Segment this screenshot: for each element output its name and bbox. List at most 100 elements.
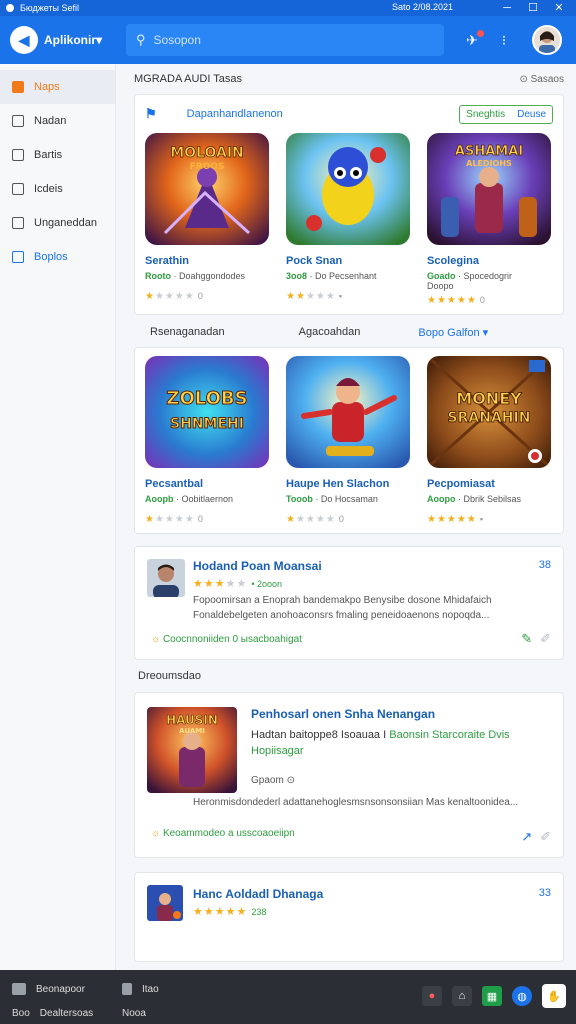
pin-icon[interactable]: ✈	[456, 24, 488, 56]
sun-icon: ☼	[151, 828, 161, 839]
svg-text:SRANAHIN: SRANAHIN	[448, 410, 531, 426]
sidebar-item-label: Naps	[34, 81, 60, 93]
game-subtitle: 3oo8 · Do Pecsenhant	[286, 271, 377, 281]
taskbar-item[interactable]: Beonapoor	[36, 984, 85, 995]
svg-text:ALEDIOHS: ALEDIOHS	[466, 159, 512, 168]
app-logo-icon	[6, 4, 14, 12]
hand-icon[interactable]: ✋	[542, 984, 566, 1008]
svg-text:ASHAMAI: ASHAMAI	[455, 144, 523, 159]
rating-stars: ★★★★★ 0	[286, 514, 345, 525]
svg-text:AUAMI: AUAMI	[179, 727, 205, 735]
review-text: Fopoomirsan a Enoprah bandemakpo Benysib…	[193, 595, 492, 621]
game-card[interactable]: Haupe Hen Slachon Tooob · Do Hocsaman ★★…	[286, 356, 412, 525]
section-label: Dreoumsdao	[138, 670, 201, 682]
search-box[interactable]: ⚲	[126, 24, 444, 56]
taskbar-item[interactable]: Nooa	[122, 1008, 146, 1019]
review-rating: ★★★★★ • 2ooon	[193, 578, 283, 590]
close-icon[interactable]: ✕	[546, 0, 572, 16]
more-icon[interactable]: ⁝	[488, 24, 520, 56]
gamepad-icon	[12, 183, 24, 195]
game-cover-image: MONEY SRANAHIN	[427, 356, 551, 468]
game-title: Pock Snan	[286, 255, 343, 267]
brand[interactable]: ◀ Aplikonir▾	[10, 26, 122, 54]
brand-logo-icon: ◀	[10, 26, 38, 54]
share-icon[interactable]: ✐	[540, 631, 551, 647]
game-title: Scolegina	[427, 255, 479, 267]
trend-icon[interactable]: ↗	[521, 829, 532, 845]
sidebar-item-naps[interactable]: Naps	[0, 70, 115, 104]
section-title: MGRADA AUDI Tasas	[134, 73, 242, 85]
rating-stars: ★★★★★ 0	[145, 291, 204, 302]
svg-text:MONEY: MONEY	[456, 389, 522, 408]
row-label: Rsenaganadan	[150, 326, 225, 338]
featured-primary-button[interactable]: Sneghtis	[466, 109, 505, 120]
minimize-icon[interactable]: ─	[494, 0, 520, 16]
sidebar-item-label: Icdeis	[34, 183, 63, 195]
feature-title: Penhosarl onen Snha Nenangan	[251, 707, 436, 721]
game-title: Pecsantbal	[145, 478, 204, 490]
mini-cover-image	[147, 885, 183, 921]
section-more-link[interactable]: ⊙ Sasaos	[519, 74, 564, 85]
game-subtitle: Tooob · Do Hocsaman	[286, 494, 378, 504]
review-card[interactable]: Hodand Poan Moansai 38 ★★★★★ • 2ooon Fopo…	[134, 546, 564, 660]
mini-count: 33	[538, 887, 551, 899]
taskbar-item[interactable]: Dealtersoas	[40, 1008, 93, 1019]
feature-cover-image: HAUSIN AUAMI	[147, 707, 237, 793]
edit-icon[interactable]: ✎	[521, 631, 532, 647]
home-icon[interactable]: ⌂	[452, 986, 472, 1006]
mini-rating: ★★★★★ 238	[193, 906, 267, 918]
feature-meta: Gpaom ⊙	[251, 775, 295, 786]
rating-stars: ★★★★★ 0	[145, 514, 204, 525]
game-cover-image: ASHAMAI ALEDIOHS	[427, 133, 551, 245]
flag-icon: ⚑	[145, 106, 157, 121]
game-card[interactable]: ASHAMAI ALEDIOHS Scolegina Goado · Spoce…	[427, 133, 553, 306]
sheet-icon[interactable]: ▦	[482, 986, 502, 1006]
maximize-icon[interactable]: ☐	[520, 0, 546, 16]
pen-icon[interactable]	[122, 983, 132, 995]
svg-text:FROOS: FROOS	[190, 162, 225, 172]
featured-secondary-button[interactable]: Deuse	[517, 109, 546, 120]
review-title: Hodand Poan Moansai	[193, 559, 322, 573]
game-subtitle: Aoopo · Dbrik Sebilsas	[427, 494, 522, 504]
avatar[interactable]	[532, 25, 562, 55]
window-center-text: Sato 2/08.2021	[392, 2, 454, 12]
sidebar-item-icdeis[interactable]: Icdeis	[0, 172, 115, 206]
game-subtitle: Aoopb · Oobitlaernon	[145, 494, 234, 504]
sidebar-item-unganeddan[interactable]: Unganeddan	[0, 206, 115, 240]
taskbar-item[interactable]: Boo	[12, 1008, 30, 1019]
game-subtitle: Rooto · Doahggondodes	[145, 271, 246, 281]
game-card[interactable]: MONEY SRANAHIN Pecpomiasat Aoopo · Dbrik…	[427, 356, 553, 525]
tag-icon	[12, 251, 24, 263]
game-card[interactable]: ZOLOBS SHNMEHI Pecsantbal Aoopb · Oobitl…	[145, 356, 271, 525]
brand-name: Aplikonir▾	[44, 33, 103, 47]
row-dropdown[interactable]: Bopo Galfon ▾	[418, 326, 488, 339]
svg-text:MOLOAIN: MOLOAIN	[170, 145, 244, 161]
review-count: 38	[538, 559, 551, 571]
feature-body: Heronmisdondederl adattanehoglesmsnsonso…	[193, 797, 519, 808]
window-title: Бюджеты Sefil	[20, 3, 80, 13]
main-content: MGRADA AUDI Tasas ⊙ Sasaos ⚑ Dapanhandla…	[122, 64, 568, 970]
game-card[interactable]: Pock Snan 3oo8 · Do Pecsenhant ★★★★★ ▪	[286, 133, 412, 306]
feature-card[interactable]: HAUSIN AUAMI Penhosarl onen Snha Nenanga…	[134, 692, 564, 858]
sidebar-item-boplos[interactable]: Boplos	[0, 240, 115, 274]
app-header: ◀ Aplikonir▾ ⚲ ✈ ⁝	[0, 16, 576, 64]
game-cover-image: MOLOAIN FROOS	[145, 133, 269, 245]
game-title: Haupe Hen Slachon	[286, 478, 390, 490]
notification-dot	[477, 30, 484, 37]
mini-card[interactable]: Hanc Aoldadl Dhanaga ★★★★★ 238 33	[134, 872, 564, 962]
featured-label: Dapanhandlanenon	[186, 108, 283, 120]
taskbar-item[interactable]: Itao	[142, 984, 159, 995]
record-icon[interactable]: ●	[422, 986, 442, 1006]
sidebar-item-nadan[interactable]: Nadan	[0, 104, 115, 138]
sidebar-item-bartis[interactable]: Bartis	[0, 138, 115, 172]
game-cover-image	[286, 133, 410, 245]
share-icon[interactable]: ✐	[540, 829, 551, 845]
search-input[interactable]	[153, 33, 394, 47]
game-card[interactable]: MOLOAIN FROOS Serathin Rooto · Doahggond…	[145, 133, 271, 306]
mini-title: Hanc Aoldadl Dhanaga	[193, 887, 324, 901]
globe-icon[interactable]: ◍	[512, 986, 532, 1006]
window-titlebar: Бюджеты Sefil Sato 2/08.2021 ─ ☐ ✕	[0, 0, 576, 16]
review-footer: ☼ Coocnnoniiden 0 ыsacboahigat	[151, 634, 302, 645]
sidebar-item-label: Unganeddan	[34, 217, 98, 229]
folder-icon[interactable]	[12, 983, 26, 995]
